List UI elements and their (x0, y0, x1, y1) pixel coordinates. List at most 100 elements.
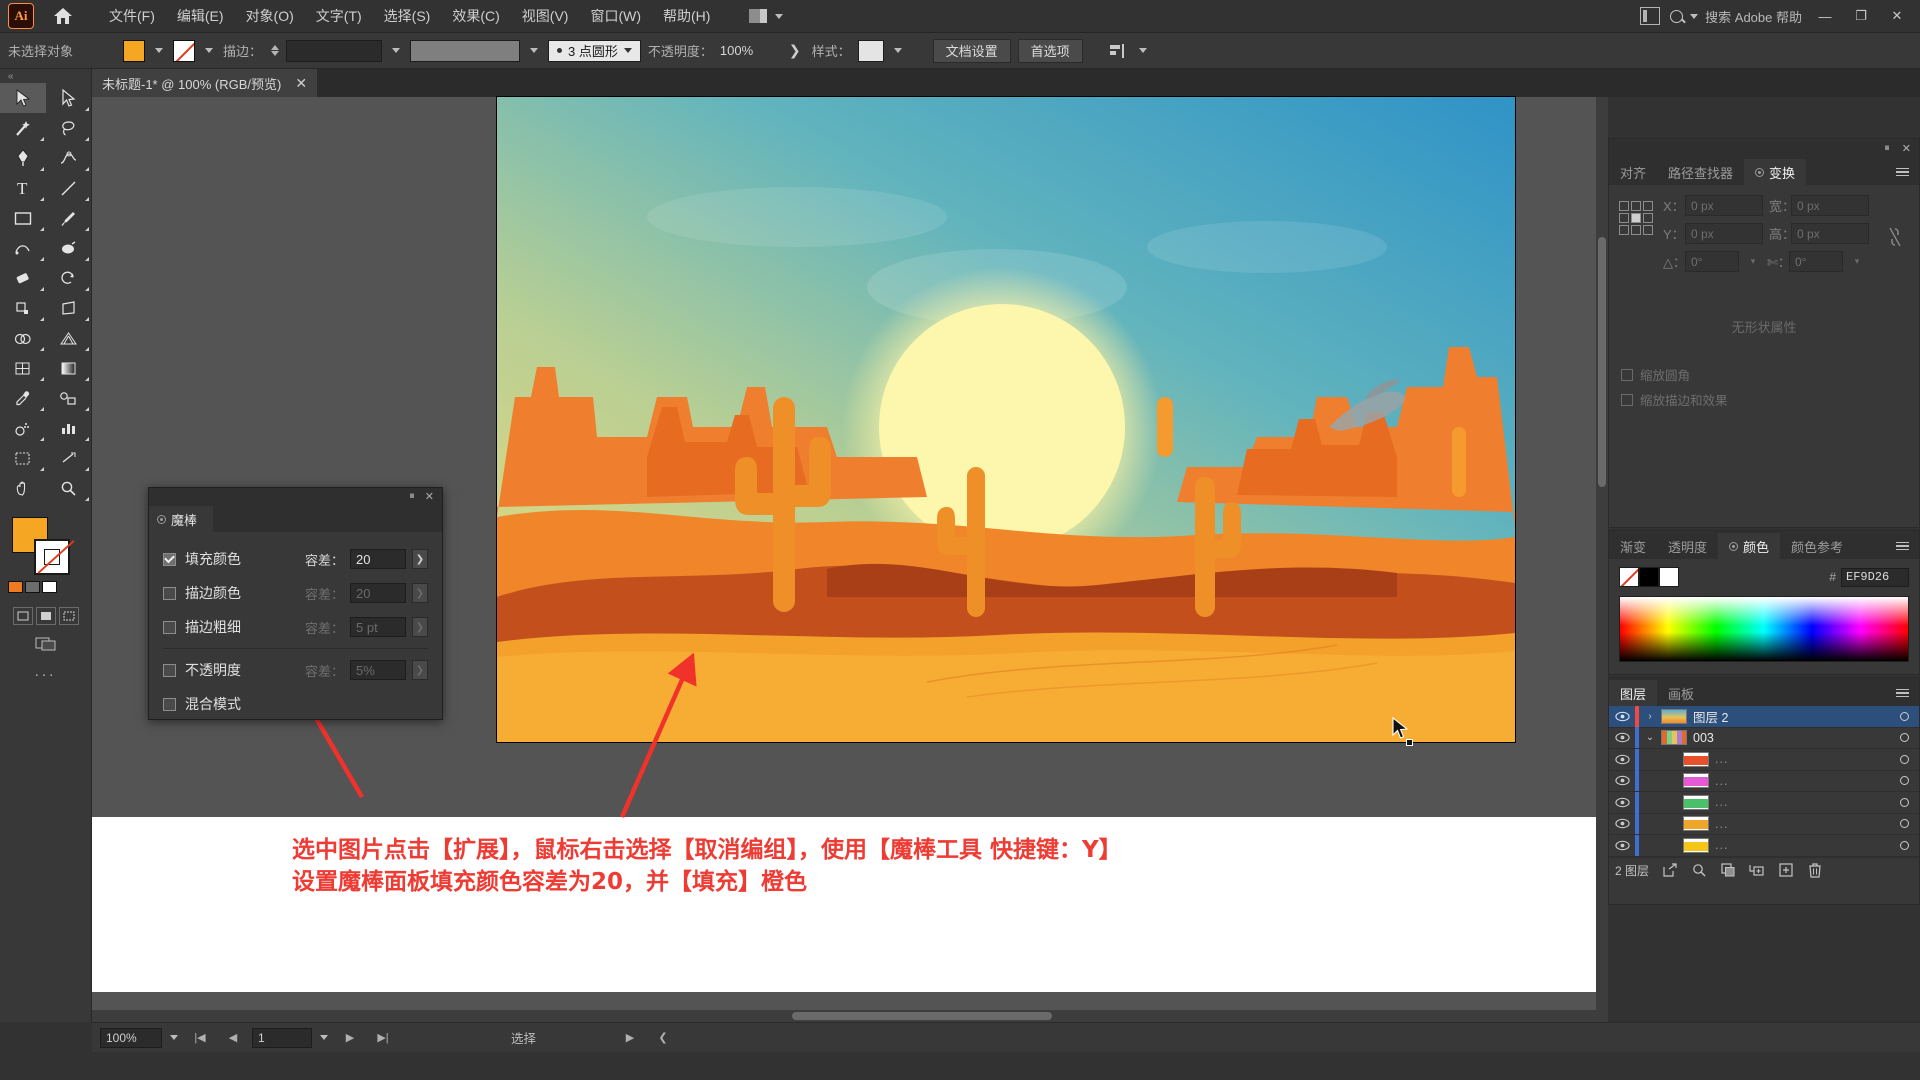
stroke-tolerance-input[interactable]: 20 (350, 583, 406, 603)
chevron-down-icon[interactable] (205, 48, 213, 53)
chevron-down-icon[interactable] (320, 1035, 328, 1040)
draw-behind-icon[interactable] (35, 607, 56, 625)
tab-artboards[interactable]: 画板 (1657, 680, 1705, 706)
expand-triangle-icon[interactable]: › (1639, 711, 1661, 722)
type-tool[interactable]: T (0, 173, 46, 203)
arrange-documents-icon[interactable] (1640, 7, 1661, 25)
preferences-button[interactable]: 首选项 (1017, 38, 1083, 63)
visibility-toggle-icon[interactable] (1609, 818, 1635, 829)
fill-color-swatch[interactable] (123, 39, 145, 62)
last-artboard-button[interactable]: ▶| (369, 1028, 397, 1048)
layer-name[interactable]: 003 (1693, 731, 1714, 745)
delete-layer-icon[interactable] (1800, 859, 1829, 881)
anchor-ml[interactable] (1619, 213, 1629, 223)
menu-item-file[interactable]: 文件(F) (98, 0, 166, 32)
menu-item-view[interactable]: 视图(V) (511, 0, 580, 32)
none-swatch-icon[interactable] (1619, 567, 1639, 587)
document-setup-button[interactable]: 文档设置 (932, 38, 1011, 63)
row-opacity[interactable]: 不透明度 容差： 5% ❯ (149, 653, 442, 687)
layer-name[interactable]: ... (1715, 795, 1728, 809)
scale-strokes-row[interactable]: 缩放描边和效果 (1609, 387, 1919, 412)
menu-item-type[interactable]: 文字(T) (305, 0, 373, 32)
layer-row-003[interactable]: ⌄ 003 (1609, 727, 1919, 749)
stroke-weight-checkbox[interactable] (163, 620, 176, 634)
row-blending-mode[interactable]: 混合模式 (149, 687, 442, 721)
chevron-down-icon[interactable]: ▾ (1745, 251, 1761, 272)
fill-color-checkbox[interactable] (163, 552, 176, 566)
collapse-triangle-icon[interactable]: ⌄ (1639, 732, 1661, 743)
target-indicator[interactable] (1889, 797, 1919, 807)
collapse-icon[interactable]: ⏸ (409, 490, 415, 503)
next-artboard-button[interactable]: ▶ (336, 1028, 364, 1048)
anchor-bc[interactable] (1631, 225, 1641, 235)
new-layer-icon[interactable] (1771, 859, 1800, 881)
free-transform-tool[interactable] (46, 293, 92, 323)
height-input[interactable]: 0 px (1791, 223, 1869, 244)
menu-item-object[interactable]: 对象(O) (235, 0, 305, 32)
sublayer-row-2[interactable]: ... (1609, 770, 1919, 792)
scale-strokes-checkbox[interactable] (1621, 393, 1633, 406)
close-icon[interactable]: ✕ (1902, 142, 1911, 155)
collapse-icon[interactable]: ⏸ (1884, 142, 1890, 155)
symbol-sprayer-tool[interactable] (0, 413, 46, 443)
close-icon[interactable]: ✕ (295, 75, 307, 92)
magic-wand-panel-titlebar[interactable]: ⏸ ✕ (149, 488, 442, 504)
visibility-toggle-icon[interactable] (1609, 775, 1635, 786)
tab-transform[interactable]: 变换 (1744, 159, 1807, 185)
width-input[interactable]: 0 px (1791, 195, 1869, 216)
anchor-mc[interactable] (1631, 213, 1641, 223)
opacity-expand-icon[interactable]: ❯ (785, 42, 805, 59)
visibility-toggle-icon[interactable] (1609, 732, 1635, 743)
fill-tolerance-input[interactable]: 20 (350, 549, 406, 569)
target-indicator[interactable] (1889, 733, 1919, 743)
x-input[interactable]: 0 px (1685, 195, 1763, 216)
close-button[interactable]: ✕ (1884, 4, 1910, 28)
perspective-grid-tool[interactable] (46, 323, 92, 353)
tab-layers[interactable]: 图层 (1609, 680, 1658, 706)
release-to-layers-icon[interactable] (1655, 859, 1684, 881)
direct-selection-tool[interactable] (46, 83, 92, 113)
minimize-button[interactable]: — (1812, 4, 1838, 28)
stroke-weight-field[interactable] (286, 39, 383, 62)
line-segment-tool[interactable] (46, 173, 92, 203)
visibility-toggle-icon[interactable] (1609, 754, 1635, 765)
draw-inside-icon[interactable] (58, 607, 79, 625)
opacity-value[interactable]: 100% (720, 43, 778, 58)
target-indicator[interactable] (1889, 711, 1919, 721)
locate-object-icon[interactable] (1684, 859, 1713, 881)
close-icon[interactable]: ✕ (425, 490, 434, 503)
color-panel-menu-icon[interactable] (1896, 533, 1919, 559)
restore-button[interactable]: ❐ (1848, 4, 1874, 28)
align-objects-icon[interactable] (1107, 41, 1129, 61)
shear-input[interactable]: 0° (1789, 251, 1843, 272)
lasso-tool[interactable] (46, 113, 92, 143)
zoom-tool[interactable] (46, 473, 92, 503)
canvas-vertical-scrollbar[interactable] (1596, 97, 1608, 1022)
canvas-horizontal-scrollbar[interactable] (92, 1010, 1608, 1022)
opacity-slider-icon[interactable]: ❯ (412, 660, 428, 680)
stroke-weight-stepper[interactable] (271, 45, 280, 56)
variable-width-profile-bar[interactable] (410, 39, 521, 62)
chevron-down-icon[interactable] (530, 48, 539, 53)
visibility-toggle-icon[interactable] (1609, 797, 1635, 808)
transform-panel-menu-icon[interactable] (1896, 159, 1919, 185)
none-swatch-icon[interactable] (42, 581, 57, 593)
status-collapse-icon[interactable]: ❮ (649, 1028, 677, 1048)
menu-item-help[interactable]: 帮助(H) (652, 0, 721, 32)
artboard-tool[interactable] (0, 443, 46, 473)
chevron-down-icon[interactable] (1138, 48, 1147, 53)
chevron-down-icon[interactable] (893, 48, 902, 53)
constrain-proportions-icon[interactable] (1881, 195, 1909, 279)
anchor-tl[interactable] (1619, 201, 1629, 211)
workspace-switcher[interactable] (743, 6, 792, 26)
eyedropper-tool[interactable] (0, 383, 46, 413)
black-swatch[interactable] (1639, 567, 1659, 587)
layers-panel[interactable]: 图层 画板 › 图层 2 ⌄ 003 ... ... ... ... ... 2… (1608, 677, 1920, 905)
anchor-bl[interactable] (1619, 225, 1629, 235)
stroke-color-checkbox[interactable] (163, 586, 176, 600)
document-tab[interactable]: 未标题-1* @ 100% (RGB/预览) ✕ (92, 69, 319, 97)
layer-name[interactable]: 图层 2 (1693, 707, 1728, 726)
angle-input[interactable]: 0° (1685, 251, 1739, 272)
anchor-br[interactable] (1643, 225, 1653, 235)
transform-panel[interactable]: ⏸ ✕ 对齐 路径查找器 变换 X： 0 px 宽： 0 px Y： 0 px … (1608, 138, 1920, 528)
